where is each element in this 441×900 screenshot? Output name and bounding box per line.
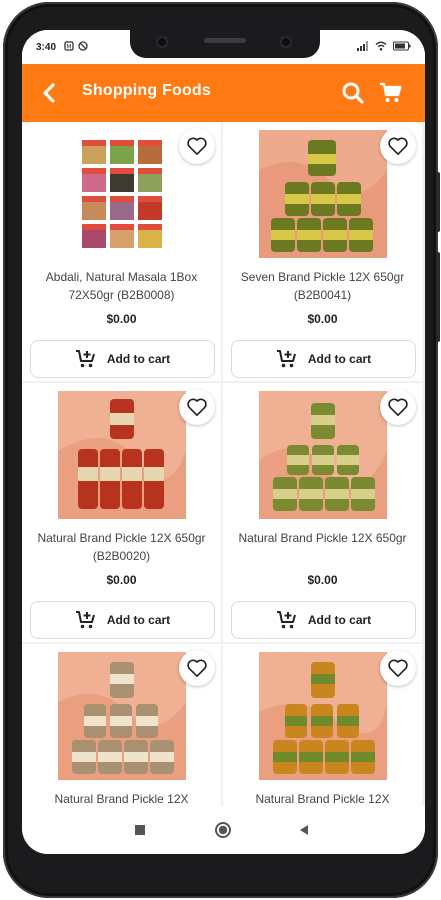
- add-to-cart-label: Add to cart: [307, 613, 372, 627]
- product-name: Natural Brand Pickle 12X 650gr: [238, 531, 407, 545]
- product-name: Abdali, Natural Masala 1Box 72X50gr (B2B…: [45, 270, 198, 302]
- add-to-cart-button[interactable]: Add to cart: [30, 340, 215, 378]
- favorite-button[interactable]: [179, 128, 215, 164]
- favorite-button[interactable]: [380, 650, 416, 686]
- arrow-left-icon: [43, 83, 55, 103]
- product-price: $0.00: [106, 312, 137, 326]
- add-to-cart-label: Add to cart: [106, 352, 171, 366]
- status-icons-right: [357, 41, 411, 51]
- camera-notch: [130, 30, 320, 58]
- page-title: Shopping Foods: [82, 82, 211, 99]
- product-name: Seven Brand Pickle 12X 650gr (B2B0041): [240, 270, 405, 302]
- app-bar: Shopping Foods: [22, 64, 425, 122]
- status-bar: 3:40 M: [22, 30, 425, 64]
- blocked-icon: [78, 41, 88, 51]
- favorite-button[interactable]: [179, 650, 215, 686]
- favorite-button[interactable]: [179, 389, 215, 425]
- product-price: $0.00: [106, 573, 137, 587]
- product-name: Natural Brand Pickle 12X: [54, 792, 189, 806]
- product-card[interactable]: Natural Brand Pickle 12X 650gr $0.00 Add…: [223, 383, 422, 642]
- add-to-cart-icon: [276, 611, 296, 629]
- product-image-green-pickle-jars: [259, 130, 387, 258]
- product-card[interactable]: Abdali, Natural Masala 1Box 72X50gr (B2B…: [22, 122, 221, 381]
- favorite-button[interactable]: [380, 128, 416, 164]
- volume-button: [436, 252, 440, 342]
- search-icon: [342, 82, 364, 104]
- add-to-cart-button[interactable]: Add to cart: [231, 340, 416, 378]
- product-card[interactable]: Natural Brand Pickle 12X 650gr (B2B0020)…: [22, 383, 221, 642]
- screen: 3:40 M Shopping Foods Abdali, Natural Ma…: [22, 30, 425, 854]
- triangle-back-icon: [300, 825, 308, 835]
- heart-icon: [187, 398, 207, 416]
- heart-icon: [388, 398, 408, 416]
- heart-icon: [388, 137, 408, 155]
- add-to-cart-icon: [276, 350, 296, 368]
- notification-icon: M: [64, 41, 74, 51]
- shopping-cart-icon: [380, 82, 402, 102]
- status-time: 3:40: [36, 42, 57, 53]
- heart-icon: [187, 659, 207, 677]
- status-icons-left: M: [64, 41, 88, 51]
- add-to-cart-icon: [75, 350, 95, 368]
- product-card[interactable]: Seven Brand Pickle 12X 650gr (B2B0041) $…: [223, 122, 422, 381]
- home-button[interactable]: [213, 820, 233, 840]
- product-image-cream-pickle-jars: [58, 652, 186, 780]
- heart-icon: [187, 137, 207, 155]
- sensor-icon: [280, 36, 292, 48]
- svg-text:M: M: [66, 44, 71, 51]
- battery-icon: [393, 41, 411, 51]
- add-to-cart-button[interactable]: Add to cart: [231, 601, 416, 639]
- system-nav-bar: [22, 806, 425, 854]
- product-image-green-pickle-jars: [259, 391, 387, 519]
- product-price: $0.00: [307, 573, 338, 587]
- product-grid: Abdali, Natural Masala 1Box 72X50gr (B2B…: [22, 122, 425, 806]
- add-to-cart-icon: [75, 611, 95, 629]
- power-button: [436, 172, 440, 232]
- product-image-masala-packets: [58, 130, 186, 258]
- favorite-button[interactable]: [380, 389, 416, 425]
- earpiece-speaker: [204, 38, 246, 43]
- system-back-button[interactable]: [294, 820, 314, 840]
- front-camera-icon: [156, 36, 168, 48]
- recents-button[interactable]: [130, 820, 150, 840]
- product-card[interactable]: Natural Brand Pickle 12X: [22, 644, 221, 806]
- product-price: $0.00: [307, 312, 338, 326]
- product-image-red-pickle-jars: [58, 391, 186, 519]
- search-button[interactable]: [340, 80, 366, 106]
- product-card[interactable]: Natural Brand Pickle 12X: [223, 644, 422, 806]
- phone-frame: 3:40 M Shopping Foods Abdali, Natural Ma…: [3, 2, 440, 898]
- square-icon: [135, 825, 145, 835]
- cart-button[interactable]: [378, 80, 404, 106]
- wifi-icon: [375, 41, 387, 51]
- home-circle-icon: [215, 822, 231, 838]
- add-to-cart-label: Add to cart: [106, 613, 171, 627]
- product-image-orange-pickle-jars: [259, 652, 387, 780]
- product-name: Natural Brand Pickle 12X 650gr (B2B0020): [37, 531, 206, 563]
- signal-icon: [357, 41, 368, 51]
- add-to-cart-label: Add to cart: [307, 352, 372, 366]
- product-name: Natural Brand Pickle 12X: [255, 792, 390, 806]
- back-button[interactable]: [36, 79, 64, 107]
- heart-icon: [388, 659, 408, 677]
- add-to-cart-button[interactable]: Add to cart: [30, 601, 215, 639]
